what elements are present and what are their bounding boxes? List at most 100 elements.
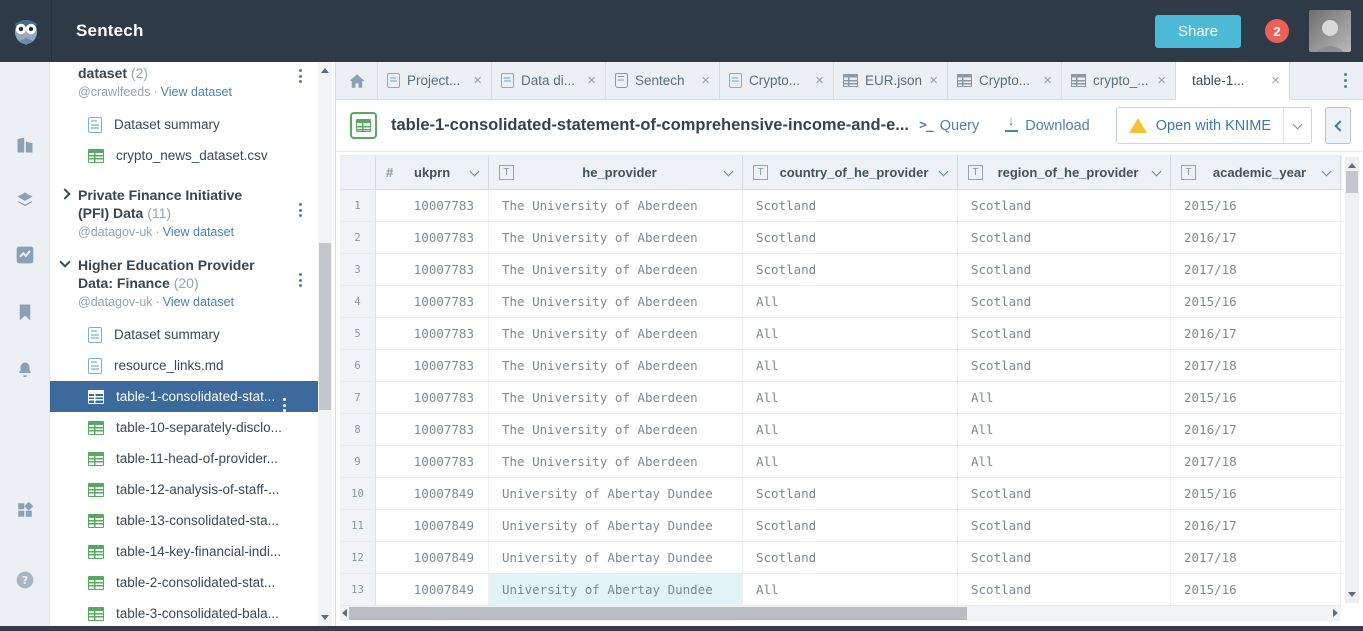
cell-country[interactable]: Scotland (743, 254, 958, 285)
cell-country[interactable]: Scotland (743, 190, 958, 221)
cell-he-provider[interactable]: The University of Aberdeen (489, 446, 743, 477)
cell-ukprn[interactable]: 10007783 (376, 286, 489, 317)
close-icon[interactable]: × (929, 73, 938, 88)
cell-region[interactable]: Scotland (958, 286, 1171, 317)
cell-region[interactable]: Scotland (958, 574, 1171, 605)
sidebar-file-item[interactable]: table-1-consolidated-stat... (50, 381, 319, 413)
document-tab[interactable]: Crypto... × (948, 62, 1062, 99)
scroll-down-arrow[interactable] (321, 615, 329, 620)
pfi-section-header[interactable]: Private Finance Initiative (PFI) Data (1… (50, 186, 335, 241)
close-icon[interactable]: × (815, 73, 824, 88)
view-dataset-link[interactable]: View dataset (161, 85, 232, 99)
cell-ukprn[interactable]: 10007783 (376, 446, 489, 477)
close-icon[interactable]: × (1043, 73, 1052, 88)
cell-he-provider[interactable]: The University of Aberdeen (489, 286, 743, 317)
sidebar-file-item[interactable]: Dataset summary (50, 319, 335, 350)
cell-ukprn[interactable]: 10007783 (376, 318, 489, 349)
chevron-down-icon[interactable] (59, 256, 71, 268)
scrollbar-thumb[interactable] (319, 243, 331, 410)
column-header-region[interactable]: region_of_he_provider (958, 156, 1171, 189)
share-button[interactable]: Share (1154, 14, 1241, 48)
sidebar-file-item[interactable]: Dataset summary (50, 109, 335, 140)
sidebar-file-item[interactable]: table-13-consolidated-sta... (50, 505, 335, 536)
document-tab[interactable]: Project... × (378, 62, 492, 99)
scrollbar-thumb[interactable] (349, 607, 967, 620)
chevron-down-icon[interactable] (1151, 166, 1162, 176)
sidebar-file-item[interactable]: resource_links.md (50, 350, 335, 381)
cell-he-provider[interactable]: The University of Aberdeen (489, 254, 743, 285)
cell-he-provider[interactable]: University of Abertay Dundee (489, 478, 743, 509)
sidebar-scrollbar[interactable] (318, 62, 332, 626)
chevron-down-icon[interactable] (1321, 166, 1332, 176)
cell-region[interactable]: Scotland (958, 542, 1171, 573)
scroll-up-arrow[interactable] (321, 68, 329, 73)
cell-region[interactable]: All (958, 446, 1171, 477)
view-dataset-link[interactable]: View dataset (163, 295, 234, 309)
collapse-panel-button[interactable] (1325, 107, 1351, 144)
chevron-down-icon[interactable] (469, 166, 480, 176)
cell-ukprn[interactable]: 10007783 (376, 254, 489, 285)
cell-academic-year[interactable]: 2017/18 (1171, 542, 1341, 573)
cell-country[interactable]: All (743, 350, 958, 381)
column-header-he-provider[interactable]: he_provider (489, 156, 743, 189)
sidebar-file-item[interactable]: table-10-separately-disclo... (50, 412, 335, 443)
column-header-ukprn[interactable]: ukprn (376, 156, 489, 189)
analytics-icon[interactable] (13, 243, 37, 267)
cell-ukprn[interactable]: 10007783 (376, 222, 489, 253)
hep-section-header[interactable]: Higher Education Provider Data: Finance … (50, 256, 335, 311)
help-icon[interactable]: ? (13, 568, 37, 592)
cell-he-provider[interactable]: University of Abertay Dundee (489, 510, 743, 541)
document-tab[interactable]: table-1... × (1176, 62, 1290, 100)
cell-country[interactable]: All (743, 286, 958, 317)
cell-region[interactable]: All (958, 382, 1171, 413)
cell-ukprn[interactable]: 10007849 (376, 510, 489, 541)
cell-region[interactable]: Scotland (958, 222, 1171, 253)
sidebar-file-item[interactable]: crypto_news_dataset.csv (50, 140, 335, 171)
document-tab[interactable]: Crypto... × (720, 62, 834, 99)
close-icon[interactable]: × (473, 73, 482, 88)
grid-vertical-scrollbar[interactable] (1345, 157, 1359, 603)
cell-academic-year[interactable]: 2017/18 (1171, 254, 1341, 285)
cell-academic-year[interactable]: 2015/16 (1171, 478, 1341, 509)
view-dataset-link[interactable]: View dataset (163, 225, 234, 239)
query-button[interactable]: Query (919, 118, 980, 134)
bell-icon[interactable] (13, 358, 37, 382)
cell-academic-year[interactable]: 2015/16 (1171, 574, 1341, 605)
cell-region[interactable]: Scotland (958, 254, 1171, 285)
tab-overflow-kebab-icon[interactable] (1327, 62, 1363, 99)
sidebar-file-item[interactable]: table-3-consolidated-bala... (50, 598, 335, 626)
app-logo[interactable] (0, 0, 52, 62)
cell-he-provider[interactable]: University of Abertay Dundee (489, 574, 743, 605)
home-tab[interactable] (336, 62, 378, 99)
sidebar-file-item[interactable]: table-2-consolidated-stat... (50, 567, 335, 598)
cell-region[interactable]: Scotland (958, 350, 1171, 381)
cell-region[interactable]: Scotland (958, 510, 1171, 541)
close-icon[interactable]: × (1157, 73, 1166, 88)
column-header-academic-year[interactable]: academic_year (1171, 156, 1341, 189)
cell-country[interactable]: All (743, 382, 958, 413)
cell-country[interactable]: Scotland (743, 510, 958, 541)
cell-academic-year[interactable]: 2015/16 (1171, 382, 1341, 413)
document-tab[interactable]: Data di... × (492, 62, 606, 99)
cell-ukprn[interactable]: 10007783 (376, 382, 489, 413)
grid-horizontal-scrollbar[interactable] (340, 606, 1340, 621)
notification-badge[interactable]: 2 (1265, 19, 1289, 43)
document-tab[interactable]: crypto_... × (1062, 62, 1176, 99)
chevron-down-icon[interactable] (723, 166, 734, 176)
close-icon[interactable]: × (587, 73, 596, 88)
sidebar-file-item[interactable]: table-14-key-financial-indi... (50, 536, 335, 567)
cell-he-provider[interactable]: University of Abertay Dundee (489, 542, 743, 573)
column-header-country[interactable]: country_of_he_provider (743, 156, 958, 189)
scroll-up-arrow[interactable] (1348, 163, 1356, 168)
scroll-right-arrow[interactable] (1333, 609, 1338, 617)
cell-region[interactable]: Scotland (958, 190, 1171, 221)
cell-academic-year[interactable]: 2016/17 (1171, 222, 1341, 253)
bookmark-icon[interactable] (13, 300, 37, 324)
cell-he-provider[interactable]: The University of Aberdeen (489, 190, 743, 221)
document-tab[interactable]: EUR.json × (834, 62, 948, 99)
knime-dropdown-caret[interactable] (1283, 108, 1311, 143)
cell-academic-year[interactable]: 2017/18 (1171, 446, 1341, 477)
cell-region[interactable]: Scotland (958, 318, 1171, 349)
kebab-menu-icon[interactable] (293, 201, 307, 219)
scrollbar-thumb[interactable] (1346, 171, 1358, 193)
